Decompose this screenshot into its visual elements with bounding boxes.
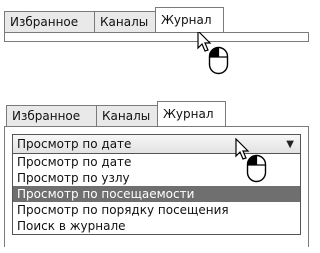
pointer-with-mouse <box>196 29 229 75</box>
tab-favorites[interactable]: Избранное <box>6 105 97 126</box>
dropdown-option-highlighted[interactable]: Просмотр по посещаемости <box>13 186 300 202</box>
tab-channels[interactable]: Каналы <box>96 105 158 126</box>
dropdown-option[interactable]: Просмотр по порядку посещения <box>13 202 300 218</box>
triangle-down-icon[interactable]: ▼ <box>286 139 294 150</box>
dropdown-selected-value: Просмотр по дате <box>17 137 132 151</box>
tab-content-area <box>4 32 309 42</box>
history-panel-before: Избранное Каналы Журнал <box>0 0 317 80</box>
pointer-with-mouse <box>234 137 267 183</box>
tab-favorites[interactable]: Избранное <box>4 11 95 32</box>
history-panel-after: Избранное Каналы Журнал Просмотр по дате… <box>0 96 317 253</box>
mouse-left-click-icon <box>208 46 229 75</box>
tab-history[interactable]: Журнал <box>155 7 224 32</box>
tab-history[interactable]: Журнал <box>157 101 226 126</box>
mouse-left-click-icon <box>246 154 267 183</box>
tab-channels[interactable]: Каналы <box>94 11 156 32</box>
dropdown-option[interactable]: Поиск в журнале <box>13 218 300 234</box>
